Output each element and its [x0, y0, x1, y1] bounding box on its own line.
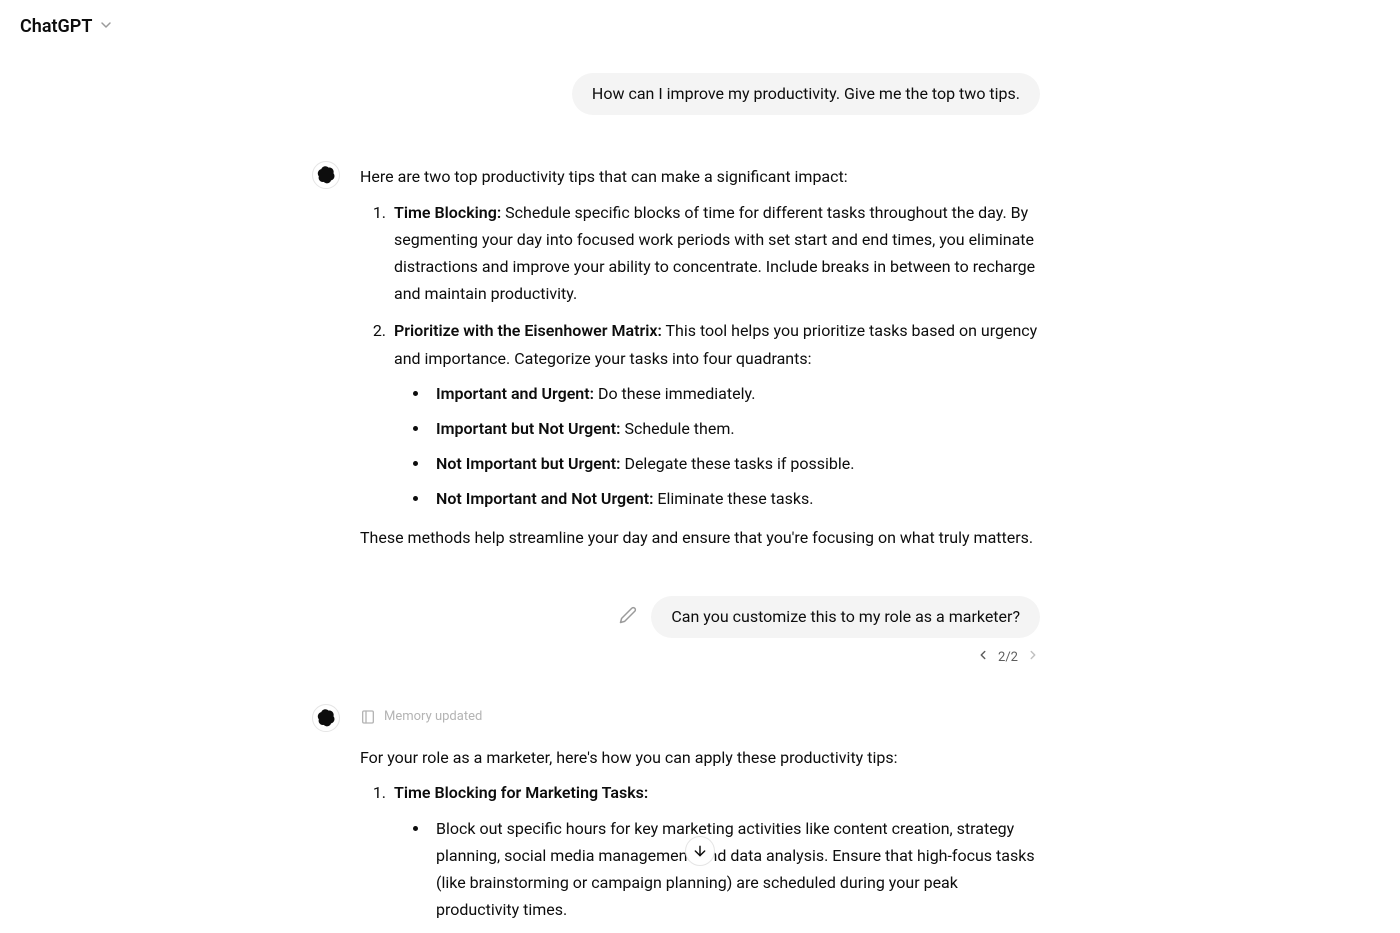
user-message-container: Can you customize this to my role as a m…: [360, 596, 1040, 666]
list-item-label: Prioritize with the Eisenhower Matrix:: [394, 321, 662, 340]
list-item: Not Important but Urgent: Delegate these…: [430, 450, 1040, 477]
pagination-next-icon[interactable]: [1026, 648, 1040, 666]
list-item-label: Important and Urgent:: [436, 384, 594, 403]
user-message-bubble: How can I improve my productivity. Give …: [572, 73, 1040, 115]
assistant-message-body: Here are two top productivity tips that …: [360, 163, 1040, 559]
list-item: Block out specific hours for key marketi…: [430, 815, 1040, 924]
list-item-label: Not Important and Not Urgent:: [436, 489, 653, 508]
list-item: Time Blocking for Marketing Tasks: Block…: [390, 779, 1040, 923]
assistant-bullet-list: Block out specific hours for key marketi…: [394, 815, 1040, 924]
pagination-label: 2/2: [998, 650, 1018, 665]
assistant-numbered-list: Time Blocking: Schedule specific blocks …: [360, 199, 1040, 513]
pagination-prev-icon[interactable]: [976, 648, 990, 666]
list-item-text: Delegate these tasks if possible.: [620, 454, 854, 473]
assistant-bullet-list: Important and Urgent: Do these immediate…: [394, 380, 1040, 513]
assistant-intro-text: For your role as a marketer, here's how …: [360, 744, 1040, 771]
memory-updated-label: Memory updated: [384, 706, 482, 728]
app-title[interactable]: ChatGPT: [20, 16, 92, 37]
list-item-label: Important but Not Urgent:: [436, 419, 620, 438]
list-item: Not Important and Not Urgent: Eliminate …: [430, 485, 1040, 512]
assistant-intro-text: Here are two top productivity tips that …: [360, 163, 1040, 190]
user-message-bubble: Can you customize this to my role as a m…: [651, 596, 1040, 638]
assistant-avatar-icon: [312, 161, 340, 189]
chevron-down-icon[interactable]: [98, 17, 114, 37]
chat-content: How can I improve my productivity. Give …: [340, 73, 1060, 933]
list-item-label: Not Important but Urgent:: [436, 454, 620, 473]
assistant-message-body: Memory updated For your role as a market…: [360, 706, 1040, 933]
user-message-row: How can I improve my productivity. Give …: [360, 73, 1040, 115]
list-item: Prioritize with the Eisenhower Matrix: T…: [390, 317, 1040, 512]
list-item-label: Time Blocking for Marketing Tasks:: [394, 783, 648, 802]
edit-icon[interactable]: [619, 606, 637, 628]
assistant-avatar-icon: [312, 704, 340, 732]
header: ChatGPT: [0, 0, 1400, 53]
list-item: Important and Urgent: Do these immediate…: [430, 380, 1040, 407]
list-item-text: Do these immediately.: [594, 384, 755, 403]
list-item: Important but Not Urgent: Schedule them.: [430, 415, 1040, 442]
list-item-label: Time Blocking:: [394, 203, 501, 222]
list-item-text: Schedule them.: [620, 419, 734, 438]
assistant-outro-text: These methods help streamline your day a…: [360, 524, 1040, 551]
list-item: Time Blocking: Schedule specific blocks …: [390, 199, 1040, 308]
message-pagination: 2/2: [360, 648, 1040, 666]
assistant-message-row: Memory updated For your role as a market…: [360, 706, 1040, 933]
scroll-down-button[interactable]: [685, 836, 715, 866]
memory-updated-badge[interactable]: Memory updated: [360, 706, 1040, 728]
list-item-text: Eliminate these tasks.: [653, 489, 813, 508]
assistant-message-row: Here are two top productivity tips that …: [360, 163, 1040, 559]
